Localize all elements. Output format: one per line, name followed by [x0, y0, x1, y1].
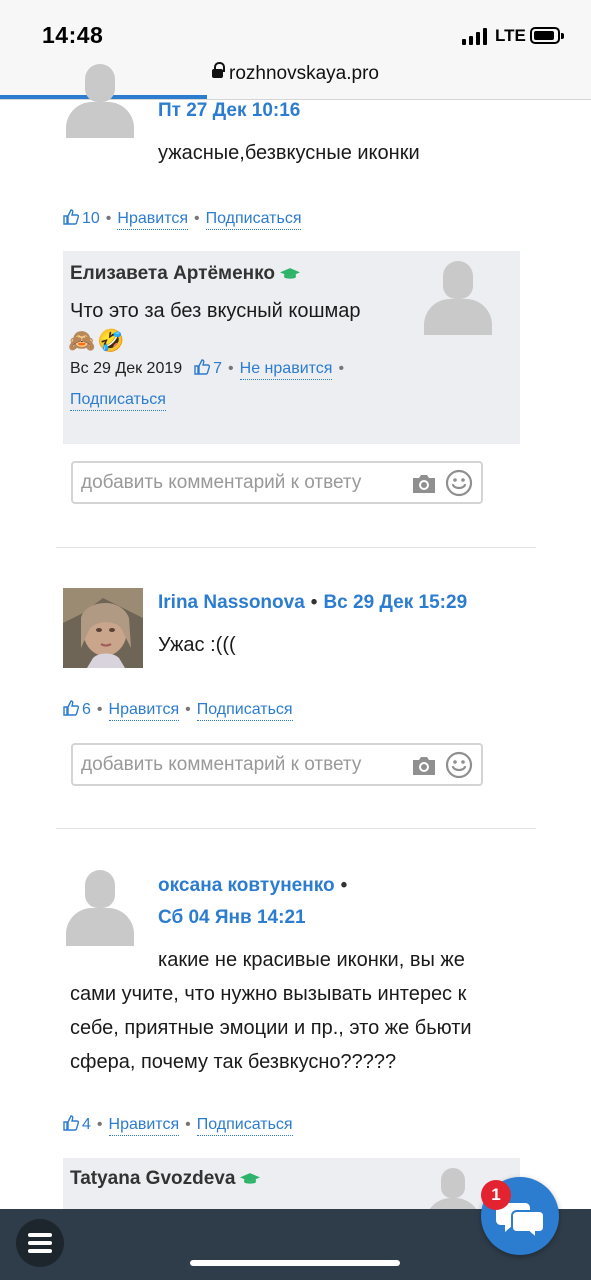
graduate-cap-icon: [240, 1173, 261, 1184]
subscribe-link[interactable]: Подписаться: [196, 701, 293, 721]
like-count: 4: [82, 1116, 91, 1133]
reply-date: Вс 29 Дек 2019: [70, 360, 183, 377]
reply-actions: Вс 29 Дек 2019 7 • Не нравится •: [70, 359, 350, 380]
network-type: LTE: [495, 26, 526, 45]
home-indicator: [190, 1260, 400, 1266]
reply-emoji: 🙈🤣: [68, 328, 127, 353]
avatar[interactable]: [63, 588, 143, 668]
menu-button[interactable]: [16, 1219, 64, 1267]
input-placeholder: добавить комментарий к ответу: [81, 472, 362, 493]
graduate-cap-icon: [280, 268, 300, 279]
comment-actions: 4 • Нравится • Подписаться: [63, 1115, 293, 1136]
like-link[interactable]: Нравится: [108, 1116, 180, 1136]
reply-comment-input[interactable]: добавить комментарий к ответу: [71, 461, 483, 504]
comment-header: оксана ковтуненко •: [158, 875, 348, 896]
subscribe-link[interactable]: Подписаться: [196, 1116, 293, 1136]
reply-text: Что это за без вкусный кошмар: [70, 300, 361, 322]
comment-text-line: сами учите, что нужно вызывать интерес к: [70, 983, 467, 1005]
comment-text: Ужас :(((: [158, 634, 236, 656]
subscribe-link[interactable]: Подписаться: [70, 391, 166, 411]
like-count: 7: [213, 360, 223, 377]
reply-author[interactable]: Tatyana Gvozdeva: [70, 1168, 261, 1190]
reply-subscribe: Подписаться: [70, 391, 166, 411]
avatar-placeholder: [62, 868, 138, 946]
url-text: rozhnovskaya.pro: [229, 63, 379, 84]
comment-text-line: себе, приятные эмоции и пр., это же бьют…: [70, 1017, 472, 1039]
input-placeholder: добавить комментарий к ответу: [81, 754, 362, 775]
comment-author[interactable]: Irina Nassonova: [158, 592, 305, 613]
lock-icon: [212, 62, 226, 78]
comment-divider: [56, 828, 536, 829]
thumb-up-icon[interactable]: [63, 1115, 79, 1131]
like-link[interactable]: Нравится: [108, 701, 180, 721]
comment-text: ужасные,безвкусные иконки: [158, 142, 420, 164]
status-time: 14:48: [42, 22, 104, 48]
comment-header: Irina Nassonova • Вс 29 Дек 15:29: [158, 592, 468, 613]
subscribe-link[interactable]: Подписаться: [205, 210, 302, 230]
comment-text-line: сфера, почему так безвкусно?????: [70, 1051, 397, 1073]
emoji-icon[interactable]: [445, 469, 473, 497]
like-link[interactable]: Нравится: [117, 210, 189, 230]
comment-date[interactable]: Вс 29 Дек 15:29: [323, 592, 467, 613]
comment-author[interactable]: оксана ковтуненко: [158, 875, 335, 896]
avatar-placeholder: [62, 62, 138, 138]
reply-card: Елизавета Артёменко Что это за без вкусн…: [63, 251, 520, 444]
comment-actions: 6 • Нравится • Подписаться: [63, 700, 293, 721]
comment-date[interactable]: Сб 04 Янв 14:21: [158, 907, 306, 929]
camera-icon[interactable]: [411, 473, 437, 494]
comment-divider: [56, 547, 536, 548]
battery-icon: [530, 27, 564, 44]
reply-author[interactable]: Елизавета Артёменко: [70, 263, 300, 285]
avatar-placeholder: [420, 259, 496, 335]
thumb-up-icon[interactable]: [63, 700, 79, 716]
reply-comment-input[interactable]: добавить комментарий к ответу: [71, 743, 483, 786]
signal-icon: [462, 27, 487, 45]
emoji-icon[interactable]: [445, 751, 473, 779]
thumb-up-icon[interactable]: [194, 359, 211, 375]
like-count: 10: [82, 210, 100, 227]
notification-badge: 1: [481, 1180, 511, 1210]
thumb-up-icon[interactable]: [63, 209, 79, 225]
dislike-link[interactable]: Не нравится: [239, 360, 333, 380]
comment-actions: 10 • Нравится • Подписаться: [63, 209, 302, 230]
avatar-photo: [63, 588, 143, 668]
like-count: 6: [82, 701, 91, 718]
comment-date[interactable]: Пт 27 Дек 10:16: [158, 100, 300, 122]
camera-icon[interactable]: [411, 755, 437, 776]
comment-text-line: какие не красивые иконки, вы же: [158, 949, 465, 971]
